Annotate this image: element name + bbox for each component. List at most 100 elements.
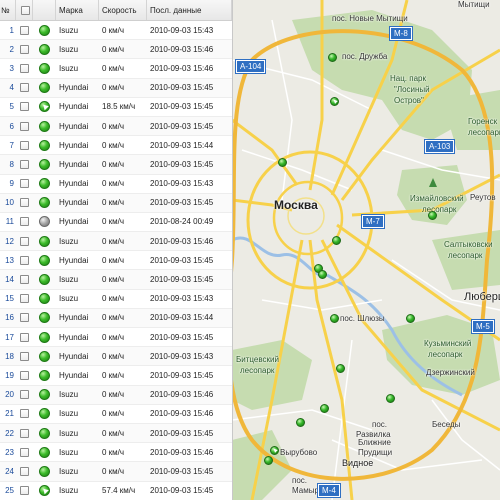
table-row[interactable]: 20 Isuzu 0 км/ч 2010-09-03 15:46 bbox=[0, 385, 232, 405]
table-row[interactable]: 17 Hyundai 0 км/ч 2010-09-03 15:45 bbox=[0, 328, 232, 348]
row-checkbox[interactable] bbox=[20, 255, 29, 265]
vehicle-marker[interactable] bbox=[428, 211, 437, 220]
row-checkbox[interactable] bbox=[20, 159, 29, 169]
table-row[interactable]: 2 Isuzu 0 км/ч 2010-09-03 15:46 bbox=[0, 40, 232, 60]
place-label-mamyri-line1: пос. bbox=[292, 476, 308, 485]
header-speed[interactable]: Скорость bbox=[99, 0, 147, 20]
row-checkbox[interactable] bbox=[20, 332, 29, 342]
row-select-cell bbox=[16, 462, 33, 480]
header-last-data[interactable]: Посл. данные bbox=[147, 0, 232, 20]
vehicle-marker[interactable] bbox=[328, 53, 337, 62]
select-all-checkbox[interactable] bbox=[21, 5, 30, 15]
speed-cell: 0 км/ч bbox=[102, 63, 125, 73]
map-view[interactable]: Москва пос. Новые Мытищи Мытищи пос. Дру… bbox=[232, 0, 500, 500]
row-number: 25 bbox=[5, 486, 14, 496]
header-brand[interactable]: Марка bbox=[56, 0, 99, 20]
header-number[interactable]: № bbox=[0, 0, 16, 20]
row-checkbox[interactable] bbox=[20, 486, 29, 496]
park-label-kuzminsky-line2: лесопарк bbox=[428, 350, 463, 359]
table-row[interactable]: 24 Isuzu 0 км/ч 2010-09-03 15:45 bbox=[0, 462, 232, 482]
row-checkbox[interactable] bbox=[20, 198, 29, 208]
table-row[interactable]: 18 Hyundai 0 км/ч 2010-09-03 15:43 bbox=[0, 347, 232, 367]
vehicle-marker[interactable] bbox=[336, 364, 345, 373]
status-cell bbox=[33, 79, 56, 97]
row-checkbox[interactable] bbox=[20, 217, 29, 227]
speed-cell: 0 км/ч bbox=[102, 255, 125, 265]
vehicle-marker[interactable] bbox=[386, 394, 395, 403]
vehicle-marker[interactable] bbox=[296, 418, 305, 427]
brand-cell: Hyundai bbox=[59, 121, 89, 131]
row-checkbox[interactable] bbox=[20, 102, 29, 112]
status-cell bbox=[33, 290, 56, 308]
speed-cell: 0 км/ч bbox=[102, 198, 125, 208]
table-row[interactable]: 13 Hyundai 0 км/ч 2010-09-03 15:45 bbox=[0, 251, 232, 271]
header-select-all[interactable] bbox=[16, 0, 33, 20]
speed-cell: 18.5 км/ч bbox=[102, 102, 136, 112]
table-row[interactable]: 25 Isuzu 57.4 км/ч 2010-09-03 15:45 bbox=[0, 482, 232, 500]
row-checkbox[interactable] bbox=[20, 428, 29, 438]
vehicle-marker[interactable] bbox=[264, 456, 273, 465]
vehicle-marker-moving[interactable] bbox=[270, 446, 279, 455]
table-row[interactable]: 19 Hyundai 0 км/ч 2010-09-03 15:45 bbox=[0, 366, 232, 386]
vehicle-marker-moving[interactable] bbox=[330, 97, 339, 106]
row-checkbox[interactable] bbox=[20, 351, 29, 361]
row-checkbox[interactable] bbox=[20, 121, 29, 131]
row-checkbox[interactable] bbox=[20, 44, 29, 54]
row-number: 2 bbox=[9, 44, 14, 54]
brand-cell: Hyundai bbox=[59, 83, 89, 93]
brand-cell: Hyundai bbox=[59, 159, 89, 169]
last-data-cell: 2010-09-03 15:45 bbox=[150, 121, 214, 131]
row-checkbox[interactable] bbox=[20, 370, 29, 380]
online-status-icon bbox=[39, 254, 50, 266]
vehicle-marker[interactable] bbox=[318, 270, 327, 279]
vehicle-marker[interactable] bbox=[330, 314, 339, 323]
row-checkbox[interactable] bbox=[20, 390, 29, 400]
row-checkbox[interactable] bbox=[20, 236, 29, 246]
row-checkbox[interactable] bbox=[20, 409, 29, 419]
row-select-cell bbox=[16, 59, 33, 77]
last-data-cell: 2010-09-03 15:43 bbox=[150, 294, 214, 304]
table-row[interactable]: 22 Isuzu 0 км/ч 2010-09-03 15:45 bbox=[0, 423, 232, 444]
row-checkbox[interactable] bbox=[20, 294, 29, 304]
table-row[interactable]: 11 Hyundai 0 км/ч 2010-08-24 00:49 bbox=[0, 213, 232, 233]
row-checkbox[interactable] bbox=[20, 179, 29, 189]
row-checkbox[interactable] bbox=[20, 140, 29, 150]
vehicle-marker[interactable] bbox=[406, 314, 415, 323]
row-number: 21 bbox=[5, 409, 14, 419]
table-row[interactable]: 10 Hyundai 0 км/ч 2010-09-03 15:45 bbox=[0, 193, 232, 213]
table-row[interactable]: 7 Hyundai 0 км/ч 2010-09-03 15:44 bbox=[0, 136, 232, 156]
vehicle-marker[interactable] bbox=[278, 158, 287, 167]
table-row[interactable]: 1 Isuzu 0 км/ч 2010-09-03 15:43 bbox=[0, 21, 232, 41]
table-row[interactable]: 14 Isuzu 0 км/ч 2010-09-03 15:45 bbox=[0, 270, 232, 290]
table-row[interactable]: 5 Hyundai 18.5 км/ч 2010-09-03 15:45 bbox=[0, 98, 232, 117]
row-checkbox[interactable] bbox=[20, 313, 29, 323]
row-number: 13 bbox=[5, 255, 14, 265]
table-row[interactable]: 3 Isuzu 0 км/ч 2010-09-03 15:46 bbox=[0, 59, 232, 79]
row-select-cell bbox=[16, 347, 33, 365]
row-select-cell bbox=[16, 482, 33, 500]
table-row[interactable]: 12 Isuzu 0 км/ч 2010-09-03 15:46 bbox=[0, 232, 232, 252]
table-row[interactable]: 4 Hyundai 0 км/ч 2010-09-03 15:45 bbox=[0, 78, 232, 98]
row-checkbox[interactable] bbox=[20, 25, 29, 35]
vehicle-marker[interactable] bbox=[320, 404, 329, 413]
table-row[interactable]: 9 Hyundai 0 км/ч 2010-09-03 15:43 bbox=[0, 175, 232, 194]
vehicle-marker[interactable] bbox=[332, 236, 341, 245]
row-checkbox[interactable] bbox=[20, 63, 29, 73]
row-number: 14 bbox=[5, 275, 14, 285]
row-checkbox[interactable] bbox=[20, 447, 29, 457]
row-checkbox[interactable] bbox=[20, 466, 29, 476]
row-checkbox[interactable] bbox=[20, 83, 29, 93]
table-row[interactable]: 8 Hyundai 0 км/ч 2010-09-03 15:45 bbox=[0, 155, 232, 175]
table-row[interactable]: 23 Isuzu 0 км/ч 2010-09-03 15:46 bbox=[0, 443, 232, 463]
table-row[interactable]: 6 Hyundai 0 км/ч 2010-09-03 15:45 bbox=[0, 116, 232, 137]
table-row[interactable]: 16 Hyundai 0 км/ч 2010-09-03 15:44 bbox=[0, 308, 232, 328]
header-status[interactable] bbox=[33, 0, 56, 20]
row-checkbox[interactable] bbox=[20, 275, 29, 285]
brand-cell: Isuzu bbox=[59, 25, 79, 35]
table-row[interactable]: 15 Isuzu 0 км/ч 2010-09-03 15:43 bbox=[0, 290, 232, 309]
table-row[interactable]: 21 Isuzu 0 км/ч 2010-09-03 15:46 bbox=[0, 405, 232, 424]
row-number: 3 bbox=[9, 63, 14, 73]
vehicle-grid: № Марка Скорость Посл. данные 1 Isuzu 0 км… bbox=[0, 0, 233, 500]
moving-status-icon bbox=[39, 101, 50, 113]
online-status-icon bbox=[39, 331, 50, 343]
